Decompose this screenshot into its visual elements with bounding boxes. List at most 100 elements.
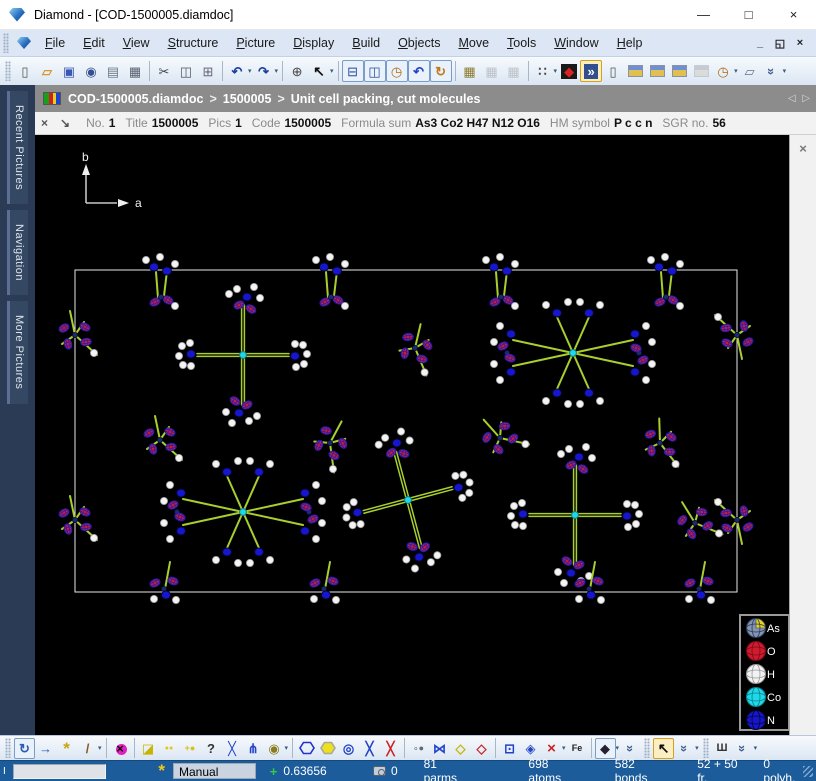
menu-build[interactable]: Build	[343, 32, 389, 54]
apply-selection-button[interactable]: →	[35, 738, 56, 759]
new-picture-button[interactable]: ▯	[602, 60, 624, 82]
molecule-cluster[interactable]	[143, 415, 183, 462]
breadcrumb-back-icon[interactable]: ◁	[788, 93, 796, 104]
molecule-cluster[interactable]	[639, 416, 686, 469]
copy-button[interactable]: ◫	[175, 60, 197, 82]
ring-search-red-button[interactable]: ◇	[471, 738, 492, 759]
molecule-cluster[interactable]	[58, 310, 98, 357]
menu-move[interactable]: Move	[449, 32, 498, 54]
build-tools-dropdown[interactable]: ▾	[98, 744, 102, 752]
chevron-more-1-button[interactable]: »	[620, 738, 641, 759]
molecule-edgeBottom[interactable]	[149, 561, 180, 604]
rings-stack-button[interactable]: ◎	[338, 738, 359, 759]
panel-close-icon[interactable]: ×	[794, 139, 812, 157]
cut-button[interactable]: ✂	[153, 60, 175, 82]
toolbar-grip[interactable]	[644, 738, 651, 758]
chevron-more-2-dropdown[interactable]: ▾	[695, 744, 699, 752]
destroy-selection-button[interactable]: ×	[541, 738, 562, 759]
molecule-cross[interactable]	[175, 283, 312, 428]
molecule-cross[interactable]	[324, 413, 492, 586]
infobar-close-icon[interactable]: ×	[41, 116, 48, 130]
unit-cell-box-button[interactable]: ⊡	[499, 738, 520, 759]
packing-range-dropdown[interactable]: ▾	[285, 744, 289, 752]
picture-copy-button[interactable]	[646, 60, 668, 82]
save-button[interactable]: ▣	[58, 60, 80, 82]
menu-view[interactable]: View	[114, 32, 159, 54]
add-atom-button[interactable]: +●	[180, 738, 201, 759]
add-atoms-button[interactable]: ●●	[159, 738, 180, 759]
resize-grip[interactable]	[802, 765, 813, 777]
menu-tools[interactable]: Tools	[498, 32, 545, 54]
move-mode-button[interactable]: ◆	[594, 737, 616, 759]
pointer-mode-button[interactable]: ↖	[653, 737, 675, 759]
menu-edit[interactable]: Edit	[74, 32, 114, 54]
build-tools-button[interactable]: /	[77, 738, 98, 759]
molecule-edgeBottom[interactable]	[684, 561, 715, 604]
breadcrumb-part[interactable]: Unit cell packing, cut molecules	[291, 92, 481, 106]
create-bond-button[interactable]: ∘●	[408, 738, 429, 759]
view-history-button[interactable]: ◷	[385, 60, 408, 82]
molecule-cross[interactable]	[507, 443, 644, 588]
menu-objects[interactable]: Objects	[389, 32, 449, 54]
grid-options-dropdown[interactable]: ▾	[554, 67, 558, 75]
picture-history-button[interactable]: ◷	[712, 60, 734, 82]
molecule-cluster[interactable]	[303, 413, 363, 474]
select-arrow-dropdown[interactable]: ▾	[330, 67, 334, 75]
mdi-restore-button[interactable]: ◱	[770, 34, 790, 52]
molecule-star[interactable]	[160, 457, 327, 568]
fill-atoms-button[interactable]: ◪	[138, 738, 159, 759]
break-bonds-blue-button[interactable]: ╳	[359, 738, 380, 759]
sidebar-tab-more-pictures[interactable]: More Pictures	[7, 301, 28, 404]
toolbar-more-dropdown[interactable]: ▾	[783, 67, 787, 75]
undo-dropdown[interactable]: ▾	[248, 67, 252, 75]
picture-thumb-button[interactable]	[624, 60, 646, 82]
find-button[interactable]: ◉	[80, 60, 102, 82]
print-preview-button[interactable]: ▤	[102, 60, 124, 82]
view-undo-button[interactable]: ↶	[407, 60, 430, 82]
molecule-edgeTop[interactable]	[141, 252, 179, 311]
view-tree-button[interactable]: ⊟	[341, 60, 364, 82]
toolbar-grip[interactable]	[5, 61, 11, 81]
mdi-close-button[interactable]: ×	[790, 34, 810, 52]
destroy-selection-dropdown[interactable]: ▾	[562, 744, 566, 752]
move-mode-dropdown[interactable]: ▾	[616, 744, 620, 752]
molecule-cluster[interactable]	[714, 313, 754, 360]
atom-designator-button[interactable]: Fe	[567, 738, 588, 759]
molecule-star[interactable]	[490, 298, 657, 409]
molecule-edgeTop[interactable]	[311, 252, 349, 311]
redo-button[interactable]: ↷	[253, 60, 275, 82]
molecule-cluster[interactable]	[58, 495, 98, 542]
picture-export-button[interactable]: ▱	[739, 60, 761, 82]
mdi-minimize-button[interactable]: _	[750, 34, 770, 52]
molecule-cluster[interactable]	[473, 406, 531, 466]
menu-display[interactable]: Display	[284, 32, 343, 54]
sidebar-tab-recent-pictures[interactable]: Recent Pictures	[7, 91, 28, 205]
print-button[interactable]: ▦	[124, 60, 146, 82]
undo-button[interactable]: ↶	[226, 60, 248, 82]
minimize-button[interactable]: —	[681, 0, 726, 29]
polyhedron-blue-button[interactable]	[296, 738, 317, 759]
menu-structure[interactable]: Structure	[159, 32, 228, 54]
destroy-button[interactable]: ×	[110, 738, 131, 759]
molecule-edgeBottom[interactable]	[309, 561, 340, 604]
break-bonds-red-button[interactable]: ╳	[380, 738, 401, 759]
breadcrumb-part[interactable]: COD-1500005.diamdoc	[68, 92, 203, 106]
paste-button[interactable]: ⊞	[197, 60, 219, 82]
toolbar-more-button[interactable]: »	[761, 60, 783, 82]
chevron-more-3-button[interactable]: »	[733, 738, 754, 759]
connect-atoms-button[interactable]: ╳	[222, 738, 243, 759]
structure-canvas[interactable]: baAsOHCoN	[35, 135, 789, 735]
atom-properties-button[interactable]: ?	[201, 738, 222, 759]
menu-file[interactable]: File	[36, 32, 74, 54]
toolbar-grip[interactable]	[5, 738, 11, 758]
next-picture-button[interactable]: »	[580, 60, 603, 82]
grid-options-button[interactable]: ∷	[532, 60, 554, 82]
molecule-edgeTop[interactable]	[481, 252, 519, 311]
edit-bonds-button[interactable]: ⋈	[429, 738, 450, 759]
menu-window[interactable]: Window	[545, 32, 607, 54]
picture-folder-button[interactable]: ◆	[558, 60, 580, 82]
auto-build-button[interactable]: *	[56, 738, 77, 759]
grow-cluster-button[interactable]: ⋔	[243, 738, 264, 759]
polyhedra-build-button[interactable]: ◈	[520, 738, 541, 759]
pan-button[interactable]: ⊕	[286, 60, 308, 82]
